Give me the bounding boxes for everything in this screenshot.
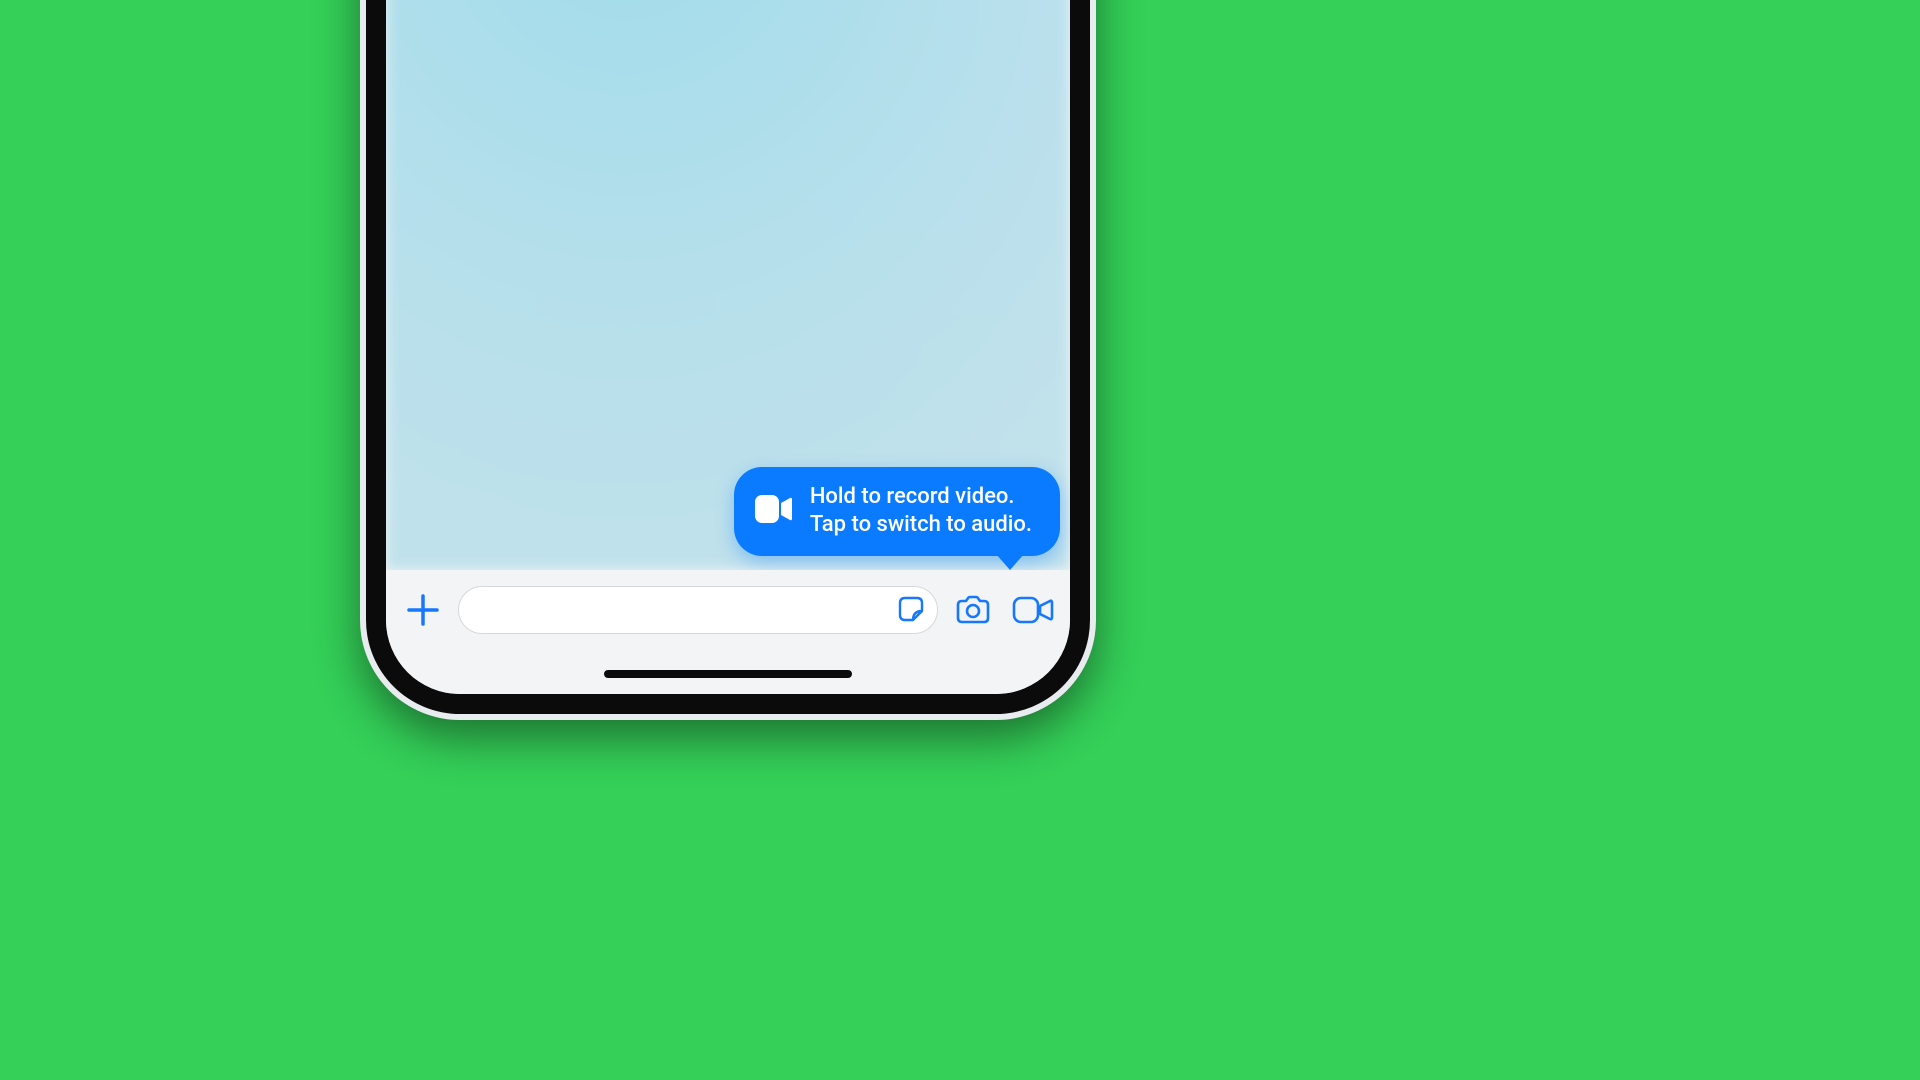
record-hint-tooltip: Hold to record video. Tap to switch to a…: [734, 467, 1060, 556]
video-record-button[interactable]: [1008, 586, 1058, 636]
phone-bezel: Hold to record video. Tap to switch to a…: [366, 0, 1090, 714]
tooltip-line-1: Hold to record video.: [810, 483, 1032, 512]
phone-frame: Hold to record video. Tap to switch to a…: [360, 0, 1096, 720]
tooltip-line-2: Tap to switch to audio.: [810, 511, 1032, 540]
tooltip-tail: [996, 554, 1024, 570]
camera-icon: [954, 594, 992, 629]
page-stage: Hold to record video. Tap to switch to a…: [0, 0, 1456, 816]
attach-button[interactable]: [398, 586, 448, 636]
sticker-button[interactable]: [891, 590, 931, 630]
video-icon: [754, 494, 792, 528]
plus-icon: [406, 593, 440, 630]
message-input-field[interactable]: [458, 586, 938, 634]
sticker-icon: [896, 594, 926, 627]
message-input[interactable]: [477, 599, 891, 622]
camera-button[interactable]: [948, 586, 998, 636]
home-indicator[interactable]: [604, 670, 852, 678]
video-icon: [1012, 595, 1054, 628]
tooltip-text: Hold to record video. Tap to switch to a…: [810, 483, 1032, 540]
phone-screen: Hold to record video. Tap to switch to a…: [386, 0, 1070, 694]
